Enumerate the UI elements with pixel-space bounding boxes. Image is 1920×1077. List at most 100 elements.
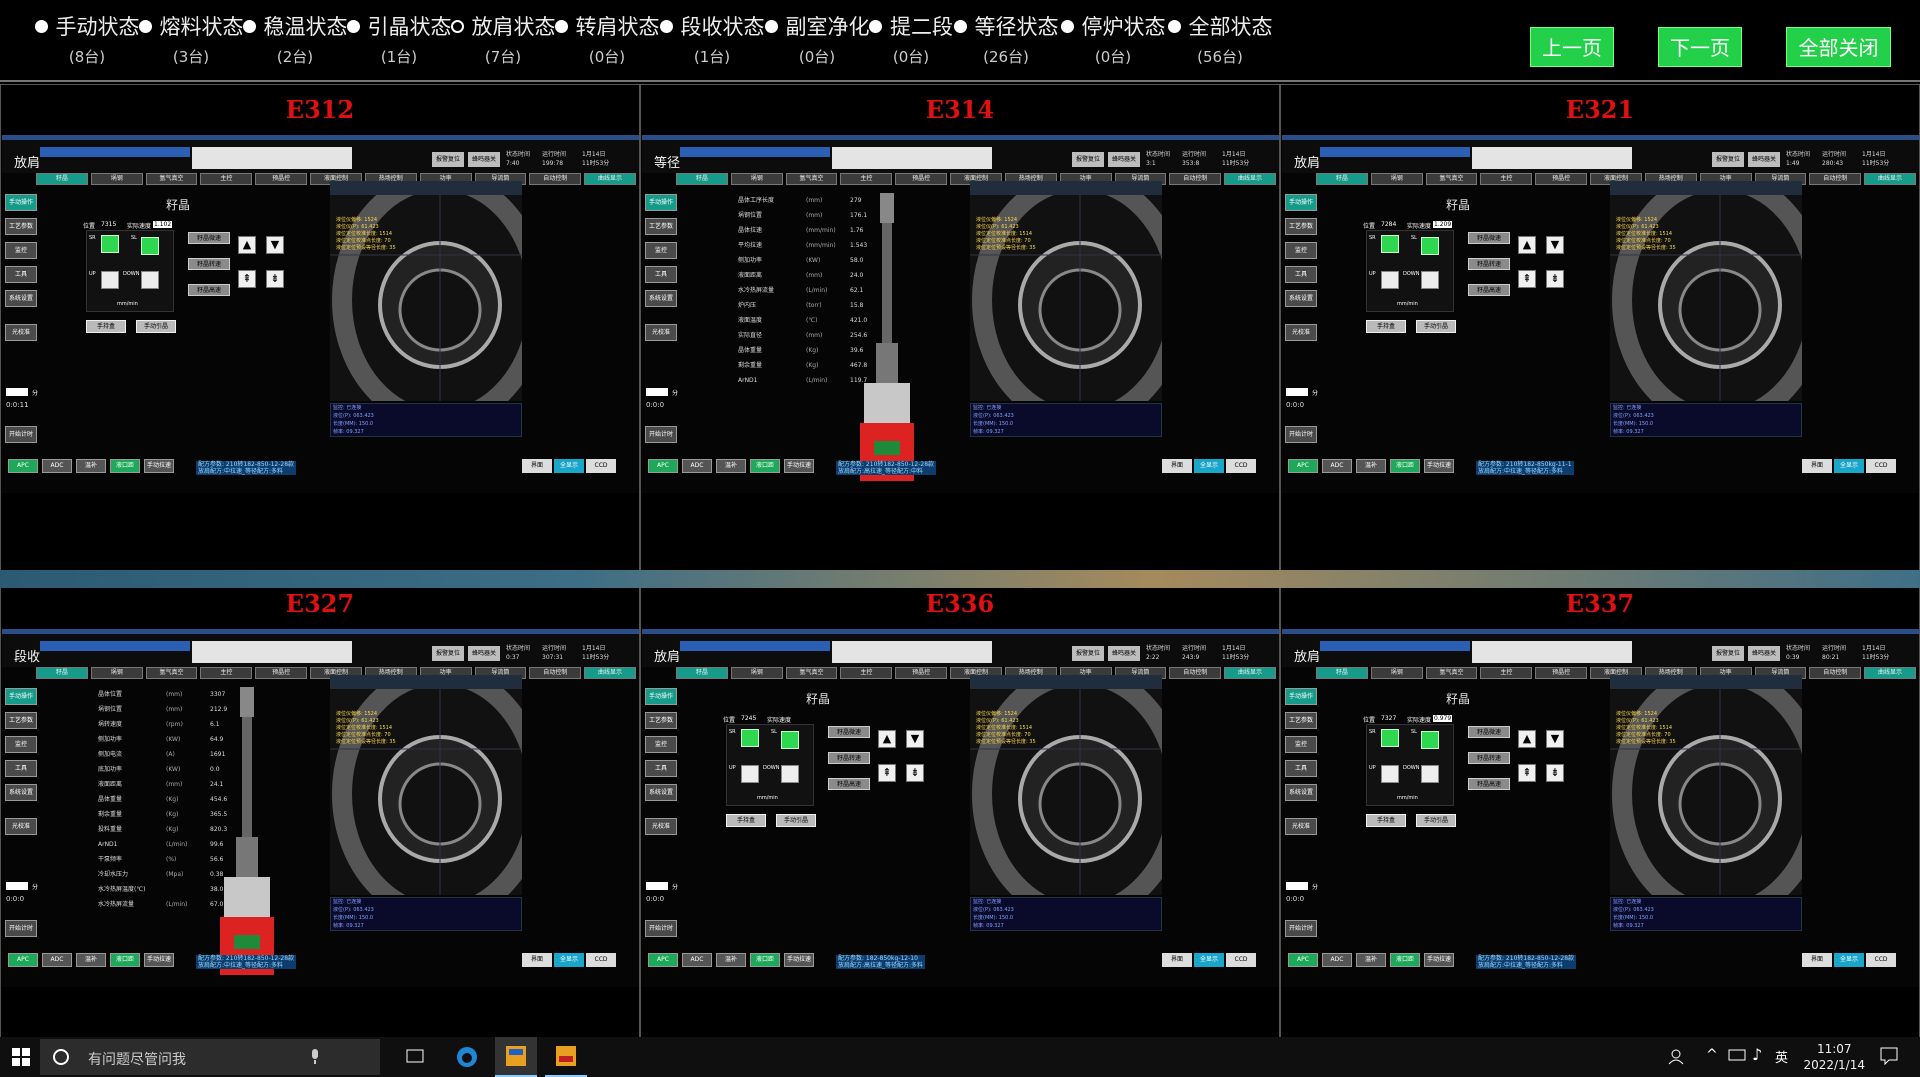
furnace-tab-0[interactable]: 籽晶: [36, 667, 88, 679]
timer-input[interactable]: [6, 388, 28, 396]
furnace-tab-1[interactable]: 埚钢: [1370, 667, 1423, 679]
furnace-tab-10[interactable]: 曲线显示: [1224, 173, 1276, 185]
furnace-tab-2[interactable]: 氩气真空: [1425, 173, 1478, 185]
side-button-1[interactable]: 工艺参数: [5, 712, 37, 729]
bottom-button-0[interactable]: APC: [8, 953, 38, 967]
side-button-0[interactable]: 手动操作: [645, 194, 677, 211]
fast-up-icon[interactable]: ⇞: [1518, 764, 1536, 782]
side-button-1[interactable]: 工艺参数: [1285, 218, 1317, 235]
hand-box-button[interactable]: 手持盒: [1366, 814, 1406, 827]
sr-rotate-button[interactable]: [101, 235, 119, 253]
sl-up-arrow-icon[interactable]: [781, 731, 799, 749]
fast-up-icon[interactable]: ⇞: [1518, 270, 1536, 288]
microphone-icon[interactable]: [310, 1049, 320, 1065]
view-button-0[interactable]: 界面: [522, 953, 552, 967]
radio-icon[interactable]: [953, 19, 967, 33]
down-arrow-button[interactable]: [141, 271, 159, 289]
sl-up-arrow-icon[interactable]: [1421, 731, 1439, 749]
buzzer-off-button[interactable]: 蜂鸣器关: [1108, 646, 1140, 661]
up-triangle-icon[interactable]: ▲: [878, 730, 896, 748]
ccd-camera-window[interactable]: 液位仪偏移: 1524 液位仪(P): 61.423 液位定位校准长度: 1514 液…: [330, 675, 522, 895]
furnace-tab-9[interactable]: 自动控制: [1809, 173, 1862, 185]
seed-fast-button[interactable]: 籽晶高速: [1468, 778, 1510, 790]
side-button-1[interactable]: 工艺参数: [645, 712, 677, 729]
side-button-0[interactable]: 手动操作: [5, 194, 37, 211]
furnace-panel-E314[interactable]: E314 等径 报警复位 蜂鸣器关 状态时间 3:1 运行时间 353:8 1月14…: [640, 84, 1280, 578]
side-button-4[interactable]: 系统设置: [645, 290, 677, 307]
side-button-6[interactable]: 开始计时: [5, 920, 37, 937]
seed-micro-button[interactable]: 籽晶微速: [1468, 232, 1510, 244]
side-button-3[interactable]: 工具: [1285, 760, 1317, 777]
side-button-2[interactable]: 监控: [5, 736, 37, 753]
side-button-5[interactable]: 光校准: [645, 818, 677, 835]
alarm-reset-button[interactable]: 报警复位: [1712, 646, 1744, 661]
view-button-2[interactable]: CCD: [1226, 459, 1256, 473]
furnace-tab-3[interactable]: 主控: [1480, 667, 1533, 679]
timer-input[interactable]: [1286, 388, 1308, 396]
down-triangle-icon[interactable]: ▼: [1546, 236, 1564, 254]
tray-chevron-icon[interactable]: ^: [1706, 1047, 1718, 1063]
sl-up-arrow-icon[interactable]: [141, 237, 159, 255]
bottom-button-2[interactable]: 温补: [1356, 459, 1386, 473]
taskbar-search-box[interactable]: 有问题尽管问我: [40, 1039, 380, 1075]
furnace-tab-4[interactable]: 预晶控: [895, 173, 948, 185]
fast-down-icon[interactable]: ⇟: [906, 764, 924, 782]
furnace-tab-2[interactable]: 氩气真空: [145, 173, 198, 185]
view-button-2[interactable]: CCD: [1866, 459, 1896, 473]
furnace-tab-9[interactable]: 自动控制: [1169, 173, 1222, 185]
view-button-1[interactable]: 全显示: [1194, 459, 1224, 473]
timer-input[interactable]: [1286, 882, 1308, 890]
buzzer-off-button[interactable]: 蜂鸣器关: [1108, 152, 1140, 167]
up-arrow-button[interactable]: [1381, 765, 1399, 783]
remote-screen[interactable]: 放肩 报警复位 蜂鸣器关 状态时间 2:22 运行时间 243:9 1月14日 11时…: [642, 629, 1279, 987]
remote-screen[interactable]: 段收 报警复位 蜂鸣器关 状态时间 0:37 运行时间 307:31 1月14日 11…: [2, 629, 639, 987]
alarm-reset-button[interactable]: 报警复位: [432, 152, 464, 167]
up-triangle-icon[interactable]: ▲: [1518, 730, 1536, 748]
side-button-1[interactable]: 工艺参数: [645, 218, 677, 235]
task-view-icon[interactable]: [405, 1049, 425, 1065]
furnace-tab-3[interactable]: 主控: [200, 667, 253, 679]
radio-icon[interactable]: [659, 19, 673, 33]
furnace-panel-E336[interactable]: E336 放肩 报警复位 蜂鸣器关 状态时间 2:22 运行时间 243:9 1月1…: [640, 578, 1280, 1072]
bottom-button-1[interactable]: ADC: [1322, 459, 1352, 473]
side-button-2[interactable]: 监控: [5, 242, 37, 259]
furnace-tab-3[interactable]: 主控: [840, 667, 893, 679]
furnace-tab-0[interactable]: 籽晶: [1316, 173, 1368, 185]
ccd-camera-window[interactable]: 液位仪偏移: 1524 液位仪(P): 61.423 液位定位校准长度: 1514 液…: [330, 181, 522, 401]
side-button-6[interactable]: 开始计时: [645, 920, 677, 937]
bottom-button-4[interactable]: 手动拉速: [144, 459, 174, 473]
furnace-tab-9[interactable]: 自动控制: [1169, 667, 1222, 679]
radio-icon[interactable]: [1060, 19, 1074, 33]
furnace-tab-1[interactable]: 埚钢: [90, 173, 143, 185]
bottom-button-2[interactable]: 温补: [716, 459, 746, 473]
remote-screen[interactable]: 等径 报警复位 蜂鸣器关 状态时间 3:1 运行时间 353:8 1月14日 11时5…: [642, 135, 1279, 493]
buzzer-off-button[interactable]: 蜂鸣器关: [1748, 646, 1780, 661]
seed-micro-button[interactable]: 籽晶微速: [828, 726, 870, 738]
buzzer-off-button[interactable]: 蜂鸣器关: [468, 152, 500, 167]
furnace-tab-1[interactable]: 埚钢: [90, 667, 143, 679]
side-button-4[interactable]: 系统设置: [5, 784, 37, 801]
furnace-tab-4[interactable]: 预晶控: [1535, 173, 1588, 185]
seed-rotate-button[interactable]: 籽晶转速: [1468, 258, 1510, 270]
bottom-button-4[interactable]: 手动拉速: [1424, 459, 1454, 473]
furnace-tab-9[interactable]: 自动控制: [529, 173, 582, 185]
manual-seed-button[interactable]: 手动引晶: [1416, 320, 1456, 333]
furnace-tab-3[interactable]: 主控: [200, 173, 253, 185]
hand-box-button[interactable]: 手持盒: [726, 814, 766, 827]
side-button-1[interactable]: 工艺参数: [5, 218, 37, 235]
bottom-button-0[interactable]: APC: [1288, 459, 1318, 473]
furnace-tab-4[interactable]: 预晶控: [255, 667, 308, 679]
furnace-tab-10[interactable]: 曲线显示: [584, 173, 636, 185]
side-button-6[interactable]: 开始计时: [645, 426, 677, 443]
sr-rotate-button[interactable]: [1381, 729, 1399, 747]
fast-up-icon[interactable]: ⇞: [878, 764, 896, 782]
sl-up-arrow-icon[interactable]: [1421, 237, 1439, 255]
bottom-button-0[interactable]: APC: [8, 459, 38, 473]
down-triangle-icon[interactable]: ▼: [266, 236, 284, 254]
seed-rotate-button[interactable]: 籽晶转速: [828, 752, 870, 764]
down-triangle-icon[interactable]: ▼: [906, 730, 924, 748]
view-button-1[interactable]: 全显示: [554, 459, 584, 473]
furnace-tab-4[interactable]: 预晶控: [1535, 667, 1588, 679]
bottom-button-1[interactable]: ADC: [1322, 953, 1352, 967]
ime-indicator[interactable]: 英: [1775, 1047, 1788, 1066]
